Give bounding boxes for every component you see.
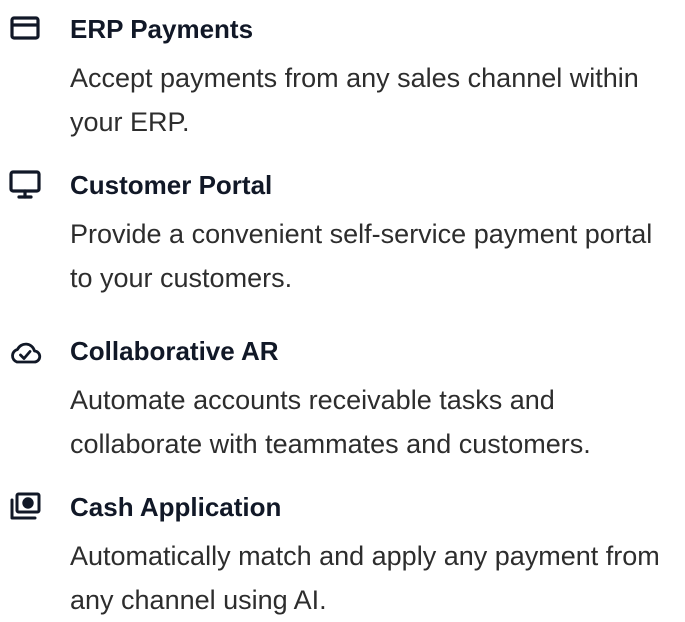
cloud-check-icon: [8, 335, 42, 369]
feature-list: ERP Payments Accept payments from any sa…: [0, 0, 685, 615]
feature-description: Provide a convenient self-service paymen…: [70, 219, 653, 293]
feature-description: Accept payments from any sales channel w…: [70, 63, 639, 137]
feature-title: Customer Portal: [70, 170, 273, 200]
cash-icon: [8, 490, 42, 524]
monitor-icon: [8, 168, 42, 202]
feature-title: Collaborative AR: [70, 336, 279, 366]
feature-title: ERP Payments: [70, 14, 254, 44]
feature-description: Automatically match and apply any paymen…: [70, 541, 660, 615]
credit-card-icon: [8, 12, 42, 46]
feature-description: Automate accounts receivable tasks and c…: [70, 385, 591, 459]
feature-title: Cash Application: [70, 492, 282, 522]
